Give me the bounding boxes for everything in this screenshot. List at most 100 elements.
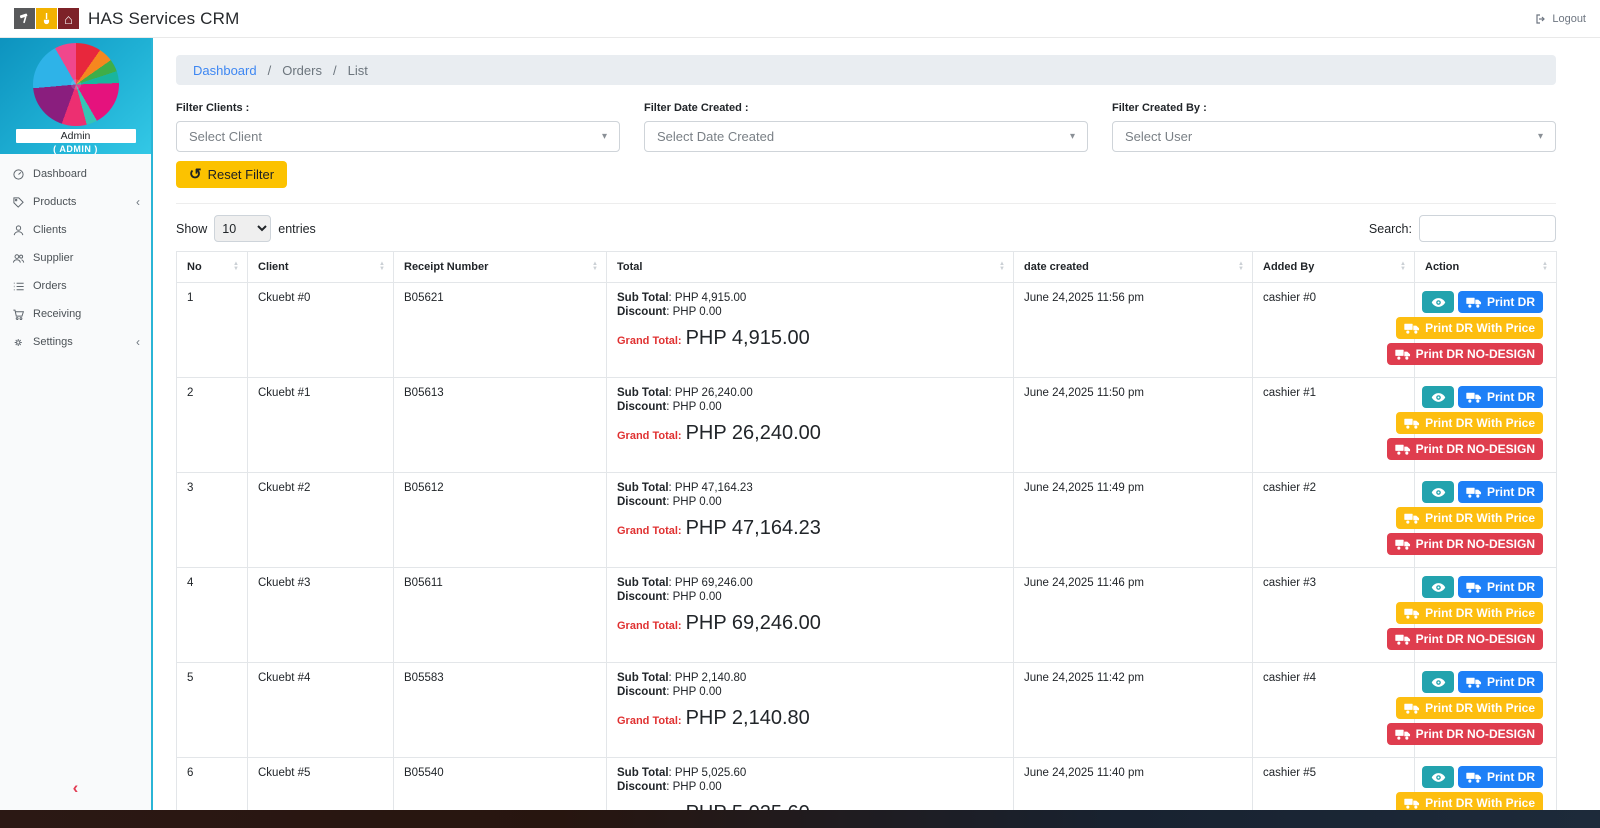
button-label: Print DR With Price <box>1425 321 1535 335</box>
sidebar-menu: DashboardProducts‹Clients Supplier Orders R… <box>0 154 151 356</box>
filter-group-0: Filter Clients : Select Client▾ <box>176 102 620 152</box>
sidebar-item-dashboard[interactable]: Dashboard <box>0 160 151 188</box>
button-label: Print DR With Price <box>1425 606 1535 620</box>
print-dr-no-design-button[interactable]: Print DR NO-DESIGN <box>1387 723 1543 745</box>
sidebar-item-label: Supplier <box>33 252 73 264</box>
search-label: Search: <box>1369 222 1412 236</box>
logout-button[interactable]: Logout <box>1535 13 1586 25</box>
sidebar-item-settings[interactable]: Settings‹ <box>0 328 151 356</box>
view-order-button[interactable] <box>1422 386 1454 408</box>
sidebar-collapse-toggle[interactable]: ‹ <box>0 778 151 798</box>
list-icon <box>11 280 25 293</box>
sidebar-item-label: Orders <box>33 280 67 292</box>
breadcrumb-item-dashboard[interactable]: Dashboard <box>193 63 257 78</box>
breadcrumb-separator: / <box>333 63 337 78</box>
app-logo: ⌂ <box>14 8 79 29</box>
show-label: Show <box>176 222 207 236</box>
cell-receipt-number: B05611 <box>394 568 607 663</box>
cell-client: Ckuebt #2 <box>248 473 394 568</box>
column-label: No <box>187 261 202 273</box>
sidebar-item-orders[interactable]: Orders <box>0 272 151 300</box>
filter-select-1[interactable]: Select Date Created▾ <box>644 121 1088 152</box>
view-order-button[interactable] <box>1422 481 1454 503</box>
sidebar-item-clients[interactable]: Clients <box>0 216 151 244</box>
button-label: Print DR NO-DESIGN <box>1416 537 1535 551</box>
view-order-button[interactable] <box>1422 291 1454 313</box>
print-dr-no-design-button[interactable]: Print DR NO-DESIGN <box>1387 533 1543 555</box>
cell-total: Sub Total: PHP 47,164.23 Discount: PHP 0… <box>607 473 1014 568</box>
sidebar-item-products[interactable]: Products‹ <box>0 188 151 216</box>
sort-icon: ▲▼ <box>1542 262 1548 272</box>
cell-client: Ckuebt #4 <box>248 663 394 758</box>
cell-action: Print DR Print DR With Price Print DR NO… <box>1415 378 1557 473</box>
column-header-no[interactable]: No▲▼ <box>177 252 248 283</box>
page-size-select[interactable]: 10 <box>214 215 271 242</box>
sidebar-item-receiving[interactable]: Receiving <box>0 300 151 328</box>
filter-select-0[interactable]: Select Client▾ <box>176 121 620 152</box>
print-dr-button[interactable]: Print DR <box>1458 291 1543 313</box>
button-label: Print DR <box>1487 770 1535 784</box>
print-dr-button[interactable]: Print DR <box>1458 766 1543 788</box>
cell-action: Print DR Print DR With Price Print DR NO… <box>1415 283 1557 378</box>
chevron-left-icon: ‹ <box>136 335 140 349</box>
column-label: Client <box>258 261 289 273</box>
print-dr-with-price-button[interactable]: Print DR With Price <box>1396 507 1543 529</box>
column-label: Total <box>617 261 642 273</box>
print-dr-with-price-button[interactable]: Print DR With Price <box>1396 697 1543 719</box>
button-label: Print DR With Price <box>1425 511 1535 525</box>
breadcrumb-separator: / <box>268 63 272 78</box>
grand-total-value: PHP 69,246.00 <box>686 612 821 635</box>
cell-action: Print DR Print DR With Price Print DR NO… <box>1415 663 1557 758</box>
button-label: Print DR NO-DESIGN <box>1416 347 1535 361</box>
print-dr-no-design-button[interactable]: Print DR NO-DESIGN <box>1387 343 1543 365</box>
table-row: 1 Ckuebt #0 B05621 Sub Total: PHP 4,915.… <box>177 283 1557 378</box>
cell-total: Sub Total: PHP 26,240.00 Discount: PHP 0… <box>607 378 1014 473</box>
column-label: Added By <box>1263 261 1314 273</box>
sort-icon: ▲▼ <box>999 262 1005 272</box>
cell-receipt-number: B05583 <box>394 663 607 758</box>
chevron-left-icon: ‹ <box>136 195 140 209</box>
print-dr-button[interactable]: Print DR <box>1458 576 1543 598</box>
print-dr-with-price-button[interactable]: Print DR With Price <box>1396 412 1543 434</box>
column-label: date created <box>1024 261 1089 273</box>
print-dr-no-design-button[interactable]: Print DR NO-DESIGN <box>1387 628 1543 650</box>
chevron-down-icon: ▾ <box>602 131 607 142</box>
print-dr-with-price-button[interactable]: Print DR With Price <box>1396 602 1543 624</box>
sidebar-item-supplier[interactable]: Supplier <box>0 244 151 272</box>
reset-filter-button[interactable]: ↺ Reset Filter <box>176 161 287 188</box>
column-header-client[interactable]: Client ▲▼ <box>248 252 394 283</box>
view-order-button[interactable] <box>1422 671 1454 693</box>
column-header-action[interactable]: Action▲▼ <box>1415 252 1557 283</box>
print-dr-no-design-button[interactable]: Print DR NO-DESIGN <box>1387 438 1543 460</box>
filter-label: Filter Clients : <box>176 102 620 114</box>
grand-total-value: PHP 4,915.00 <box>686 327 810 350</box>
column-header-receipt-number[interactable]: Receipt Number▲▼ <box>394 252 607 283</box>
house-logo-icon: ⌂ <box>58 8 79 29</box>
cell-date-created: June 24,2025 11:56 pm <box>1014 283 1253 378</box>
view-order-button[interactable] <box>1422 576 1454 598</box>
search-input[interactable] <box>1419 215 1556 242</box>
table-row: 3 Ckuebt #2 B05612 Sub Total: PHP 47,164… <box>177 473 1557 568</box>
cell-date-created: June 24,2025 11:50 pm <box>1014 378 1253 473</box>
column-header-date-created[interactable]: date created▲▼ <box>1014 252 1253 283</box>
users-icon <box>11 252 25 265</box>
cell-date-created: June 24,2025 11:42 pm <box>1014 663 1253 758</box>
button-label: Print DR With Price <box>1425 701 1535 715</box>
print-dr-with-price-button[interactable]: Print DR With Price <box>1396 317 1543 339</box>
grand-total-label: Grand Total: <box>617 715 682 727</box>
filter-label: Filter Created By : <box>1112 102 1556 114</box>
print-dr-button[interactable]: Print DR <box>1458 481 1543 503</box>
sidebar-header: Admin ( ADMIN ) <box>0 38 151 154</box>
shovel-logo-icon <box>36 8 57 29</box>
cell-action: Print DR Print DR With Price Print DR NO… <box>1415 473 1557 568</box>
logout-label: Logout <box>1552 13 1586 25</box>
view-order-button[interactable] <box>1422 766 1454 788</box>
filter-select-2[interactable]: Select User▾ <box>1112 121 1556 152</box>
sort-icon: ▲▼ <box>379 262 385 272</box>
filter-group-1: Filter Date Created :Select Date Created… <box>644 102 1088 152</box>
cell-no: 4 <box>177 568 248 663</box>
print-dr-button[interactable]: Print DR <box>1458 386 1543 408</box>
print-dr-button[interactable]: Print DR <box>1458 671 1543 693</box>
column-header-added-by[interactable]: Added By▲▼ <box>1253 252 1415 283</box>
column-header-total[interactable]: Total ▲▼ <box>607 252 1014 283</box>
